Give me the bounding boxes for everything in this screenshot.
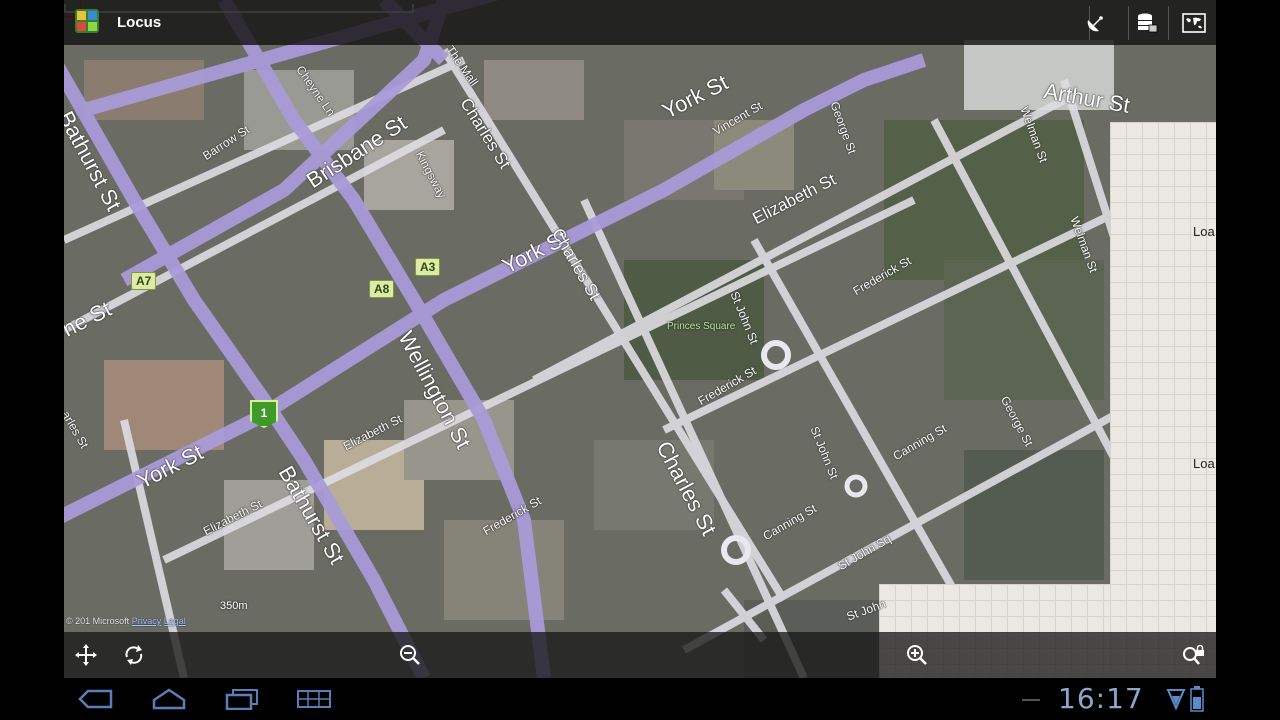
app-title: Locus <box>117 14 162 31</box>
status-clock: 16:17 <box>1058 682 1144 715</box>
copyright-year: © 201 <box>66 616 91 626</box>
top-action-bar: Locus <box>64 0 1216 45</box>
recent-apps-icon[interactable] <box>218 684 266 714</box>
map-view[interactable]: Loa Loa York St York St York St Bathurst… <box>64 0 1216 678</box>
rotate-icon[interactable] <box>116 638 152 672</box>
road-shield: A3 <box>415 258 441 276</box>
system-navigation-bar: 16:17 <box>0 678 1280 720</box>
menu-icon[interactable] <box>290 684 338 714</box>
home-icon[interactable] <box>145 684 193 714</box>
battery-icon <box>1190 686 1204 712</box>
zoom-out-icon[interactable] <box>392 638 428 672</box>
copyright-provider: Microsoft <box>92 616 130 626</box>
map-controls-bar <box>64 632 1216 678</box>
move-icon[interactable] <box>68 638 104 672</box>
map-sources-icon[interactable] <box>1129 7 1165 39</box>
zoom-in-icon[interactable] <box>899 638 935 672</box>
wifi-icon <box>1166 689 1186 710</box>
toolbar-divider <box>1168 6 1169 40</box>
locus-app-icon[interactable] <box>74 8 100 34</box>
lock-zoom-icon[interactable] <box>1176 638 1212 672</box>
status-divider <box>1022 699 1040 701</box>
tile-loading-label: Loa <box>1193 456 1215 471</box>
unloaded-tile-region <box>1110 122 1216 584</box>
right-frame <box>1216 0 1280 678</box>
map-copyright: © 201 Microsoft Privacy Legal <box>66 616 186 626</box>
world-map-icon[interactable] <box>1176 7 1212 39</box>
poi-label: Princes Square <box>667 321 736 332</box>
road-shield: A8 <box>369 280 395 298</box>
legal-link[interactable]: Legal <box>164 616 186 626</box>
left-frame <box>0 0 64 678</box>
scale-label: 350m <box>220 600 248 612</box>
back-icon[interactable] <box>72 684 120 714</box>
satellite-dish-icon[interactable] <box>1078 7 1114 39</box>
road-shield: A7 <box>131 272 157 290</box>
tile-loading-label: Loa <box>1193 224 1215 239</box>
privacy-link[interactable]: Privacy <box>132 616 162 626</box>
